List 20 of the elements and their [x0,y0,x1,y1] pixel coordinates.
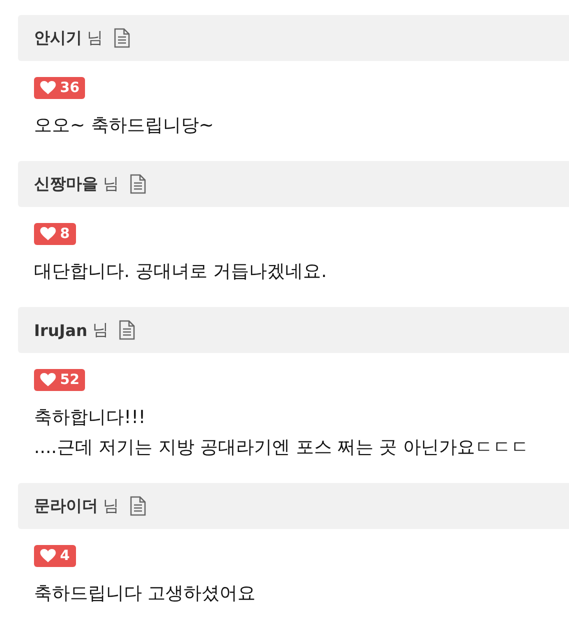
document-icon[interactable] [130,174,146,194]
author-name[interactable]: 안시기 [34,28,82,48]
like-badge[interactable]: 8 [34,223,76,245]
author-name[interactable]: IruJan [34,320,88,340]
author-name[interactable]: 신짱마을 [34,174,98,194]
comment-text: 대단합니다. 공대녀로 거듭나겠네요. [34,260,328,284]
comment-text: 축하드립니다 고생하셨어요 [34,582,257,606]
like-badge[interactable]: 4 [34,545,76,567]
comment-text: 오오~ 축하드립니당~ [34,114,215,138]
document-icon[interactable] [119,320,136,340]
honorific: 님 [103,174,119,194]
like-badge[interactable]: 52 [34,369,86,391]
honorific: 님 [103,496,119,516]
document-icon[interactable] [130,496,146,516]
like-badge[interactable]: 36 [34,77,86,99]
honorific: 님 [87,28,103,48]
honorific: 님 [92,320,108,340]
document-icon[interactable] [114,28,130,48]
comment-text: 축하합니다!!! ....근데 저기는 지방 공대라기엔 포스 쩌는 곳 아닌가요ㄷㄷㄷ [34,406,530,460]
author-name[interactable]: 문라이더 [34,496,98,516]
